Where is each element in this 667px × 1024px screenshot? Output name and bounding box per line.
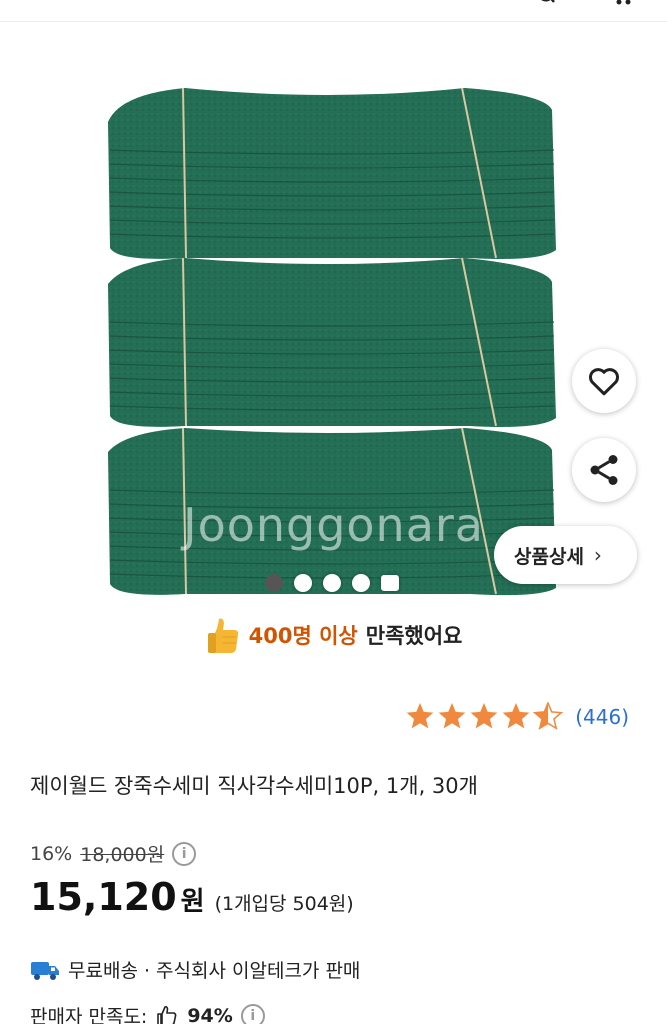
info-icon[interactable]: i xyxy=(172,841,197,866)
product-image-gallery[interactable]: Joonggonara xyxy=(0,22,667,610)
product-detail-button[interactable]: 상품상세 › xyxy=(494,526,637,584)
heart-outline-icon xyxy=(589,368,619,396)
sponge-stack-2 xyxy=(108,257,556,427)
seller-satisfaction-percent: 94% xyxy=(187,1004,233,1024)
pagination-dot[interactable] xyxy=(381,575,399,591)
satisfaction-highlight: 400명 이상 xyxy=(248,624,358,648)
sponge-stack-1 xyxy=(108,87,556,259)
satisfaction-text: 만족했어요 xyxy=(365,624,463,648)
shipping-text: 무료배송 · 주식회사 이알테크가 판매 xyxy=(68,960,361,982)
shipping-info: 무료배송 · 주식회사 이알테크가 판매 xyxy=(30,956,360,983)
star-rating-icons xyxy=(406,702,564,730)
share-button[interactable] xyxy=(572,438,636,502)
star-icon xyxy=(470,703,498,729)
sale-price-amount: 15,120 xyxy=(30,875,177,919)
star-icon xyxy=(502,703,530,729)
sale-price: 15,120 원 (1개입당 504원) xyxy=(30,875,354,919)
product-title: 제이월드 장죽수세미 직사각수세미10P, 1개, 30개 xyxy=(30,774,478,798)
share-icon xyxy=(590,455,618,485)
sale-price-currency: 원 xyxy=(180,887,205,917)
pagination-dot[interactable] xyxy=(323,574,341,592)
discount-rate: 16% xyxy=(30,842,73,865)
search-icon[interactable] xyxy=(537,0,555,6)
chevron-right-icon: › xyxy=(593,543,602,567)
product-detail-label: 상품상세 xyxy=(514,545,584,568)
gallery-pagination xyxy=(265,574,399,592)
original-price: 18,000원 xyxy=(80,844,165,866)
product-image xyxy=(108,87,556,596)
cart-icon[interactable] xyxy=(615,0,633,6)
star-icon xyxy=(438,703,466,729)
unit-price: (1개입당 504원) xyxy=(214,893,354,915)
thumbs-up-icon xyxy=(207,618,238,653)
top-bar xyxy=(0,0,667,22)
seller-satisfaction: 판매자 만족도: 94% i xyxy=(30,1002,265,1024)
price-meta: 16% 18,000원 i xyxy=(30,840,197,867)
star-icon xyxy=(533,702,564,730)
pagination-dot[interactable] xyxy=(294,574,312,592)
pagination-dot[interactable] xyxy=(352,574,370,592)
star-icon xyxy=(406,703,434,729)
truck-icon xyxy=(31,961,59,980)
review-count[interactable]: (446) xyxy=(575,705,629,729)
info-icon[interactable]: i xyxy=(240,1003,265,1024)
pagination-dot[interactable] xyxy=(265,574,283,592)
rating[interactable]: (446) xyxy=(405,702,629,732)
thumbs-up-outline-icon xyxy=(157,1005,177,1024)
seller-satisfaction-label: 판매자 만족도: xyxy=(30,1006,148,1024)
sponge-stack-3 xyxy=(108,427,556,596)
wishlist-button[interactable] xyxy=(572,349,636,413)
satisfaction-banner: 400명 이상 만족했어요 xyxy=(0,615,667,655)
